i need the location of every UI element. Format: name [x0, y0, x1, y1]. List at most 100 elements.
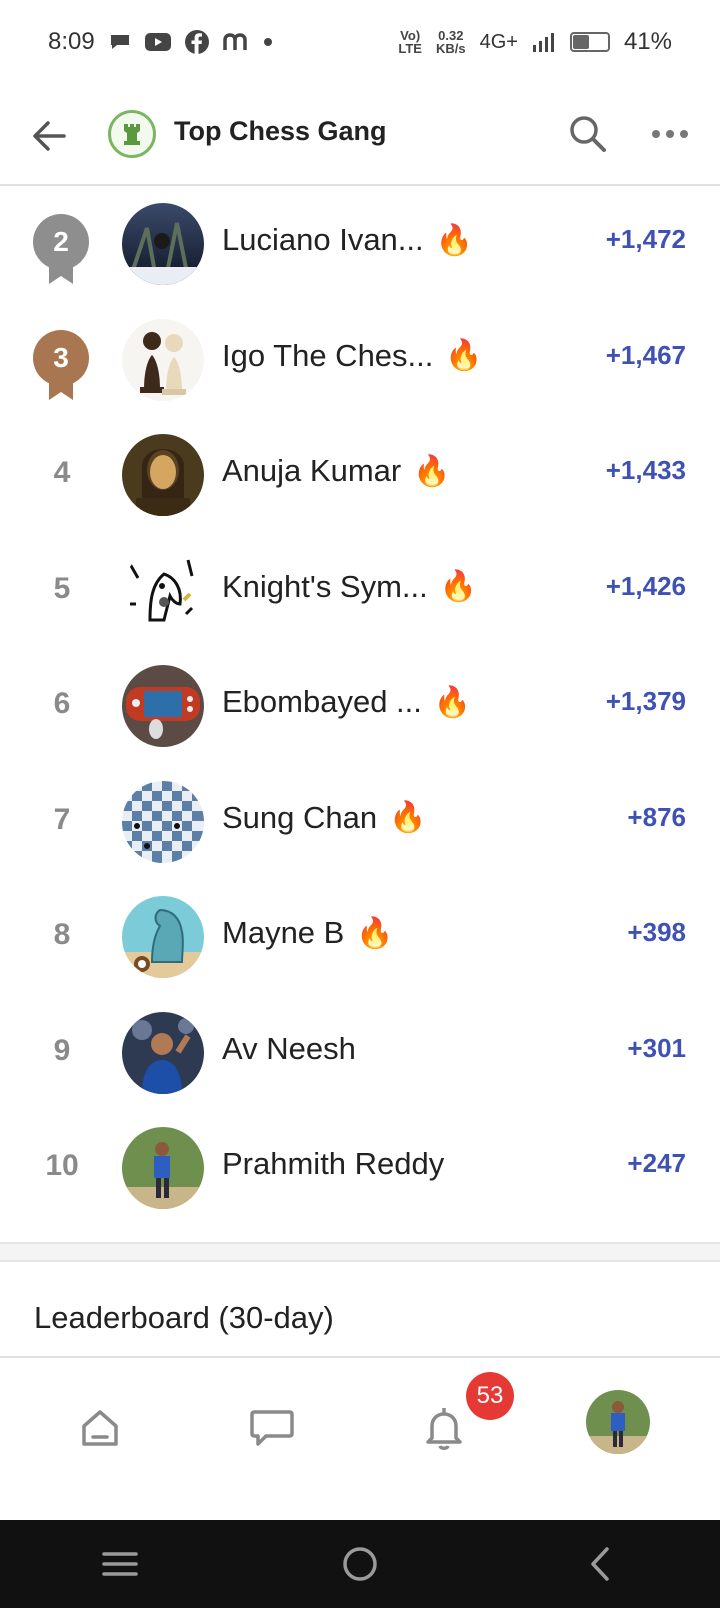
- leaderboard-row[interactable]: 2 Luciano Ivan... 🔥 +1,472: [0, 186, 720, 302]
- search-button[interactable]: [566, 112, 610, 156]
- rank-number: 7: [53, 802, 71, 836]
- status-time: 8:09: [48, 28, 95, 55]
- player-name: Av Neesh: [222, 1031, 356, 1067]
- back-button[interactable]: [28, 114, 72, 158]
- youtube-icon: [144, 32, 171, 52]
- chat-icon: [250, 1410, 294, 1446]
- club-logo[interactable]: [108, 110, 156, 158]
- avatar[interactable]: [122, 434, 204, 516]
- app-bar: Top Chess Gang: [0, 84, 720, 186]
- more-notifications-dot-icon: [263, 37, 273, 47]
- notification-count-badge: 53: [466, 1372, 514, 1420]
- leaderboard-row[interactable]: 4 Anuja Kumar 🔥 +1,433: [0, 417, 720, 533]
- fire-icon: 🔥: [356, 916, 394, 950]
- battery-percent: 41%: [623, 28, 672, 55]
- avatar[interactable]: [122, 780, 204, 863]
- rank-number: 9: [53, 1033, 71, 1067]
- score-value: +247: [627, 1148, 686, 1178]
- avatar[interactable]: [122, 318, 204, 401]
- avatar[interactable]: [122, 549, 204, 632]
- bottom-navigation: 53: [0, 1356, 720, 1520]
- section-divider: [0, 1242, 720, 1262]
- leaderboard-row[interactable]: 10 Prahmith Reddy +247: [0, 1110, 720, 1226]
- leaderboard-row[interactable]: 8 Mayne B 🔥 +398: [0, 879, 720, 995]
- player-name: Prahmith Reddy: [222, 1146, 444, 1182]
- score-value: +398: [627, 917, 686, 947]
- circle-home-icon: [343, 1547, 377, 1581]
- player-name-text: Av Neesh: [222, 1030, 356, 1066]
- player-name-text: Knight's Sym...: [222, 568, 428, 604]
- nav-profile-avatar[interactable]: [586, 1390, 650, 1454]
- section-title: Leaderboard (30-day): [34, 1300, 334, 1335]
- player-name-text: Anuja Kumar: [222, 453, 402, 488]
- score-value: +1,467: [605, 339, 686, 370]
- score-value: +301: [627, 1032, 686, 1063]
- nav-chat-button[interactable]: [242, 1398, 302, 1458]
- volte-indicator: Vo) LTE: [398, 29, 422, 55]
- player-name-text: Igo The Ches...: [222, 337, 434, 373]
- chat-notification-icon: [109, 32, 131, 52]
- status-bar-left: 8:09: [48, 28, 273, 56]
- player-name: Anuja Kumar 🔥: [222, 453, 451, 489]
- player-name: Sung Chan 🔥: [222, 800, 426, 836]
- avatar[interactable]: [122, 896, 204, 978]
- rank-number: 6: [53, 687, 71, 720]
- player-name-text: Prahmith Reddy: [222, 1146, 445, 1181]
- rank-number: 8: [53, 918, 71, 951]
- home-system-button[interactable]: [330, 1534, 390, 1594]
- silver-medal-icon: 2: [33, 214, 89, 286]
- battery-icon: [569, 32, 610, 52]
- leaderboard-row[interactable]: 7 Sung Chan 🔥 +876: [0, 764, 720, 880]
- avatar[interactable]: [122, 665, 204, 747]
- avatar[interactable]: [122, 1011, 204, 1094]
- back-arrow-icon: [33, 121, 66, 151]
- player-name: Luciano Ivan... 🔥: [222, 222, 473, 258]
- system-navigation-bar: [0, 1520, 720, 1608]
- menu-lines-icon: [102, 1552, 138, 1576]
- score-value: +1,379: [605, 686, 686, 716]
- page-title: Top Chess Gang: [174, 116, 387, 146]
- leaderboard-row[interactable]: 3 Igo The Ches... 🔥 +1,467: [0, 302, 720, 418]
- m-app-icon: [222, 32, 249, 52]
- player-name-text: Sung Chan: [222, 799, 378, 835]
- player-name: Ebombayed ... 🔥: [222, 684, 471, 720]
- nav-home-button[interactable]: [70, 1398, 130, 1458]
- rank-number: 3: [33, 329, 89, 386]
- more-horizontal-icon: [652, 130, 688, 138]
- score-value: +876: [627, 801, 686, 832]
- signal-icon: [532, 31, 556, 53]
- home-icon: [82, 1410, 118, 1446]
- fire-icon: 🔥: [445, 339, 483, 372]
- rank-number: 5: [53, 571, 71, 605]
- leaderboard-row[interactable]: 6 Ebombayed ... 🔥 +1,379: [0, 648, 720, 764]
- fire-icon: 🔥: [389, 801, 427, 834]
- score-value: +1,433: [605, 455, 686, 485]
- leaderboard-row[interactable]: 5 Knight's Sym... 🔥 +1,426: [0, 533, 720, 649]
- fire-icon: 🔥: [435, 223, 473, 257]
- rank-number: 10: [45, 1149, 79, 1182]
- status-bar-right: Vo) LTE 0.32 KB/s 4G+ 41%: [398, 28, 672, 56]
- leaderboard-list: 2 Luciano Ivan... 🔥 +1,472 3 Igo The Che…: [0, 186, 720, 1226]
- rook-icon: [124, 124, 140, 145]
- rank-number: 4: [53, 456, 71, 489]
- search-icon: [570, 116, 606, 152]
- leaderboard-row[interactable]: 9 Av Neesh +301: [0, 995, 720, 1111]
- player-name: Knight's Sym... 🔥: [222, 569, 477, 605]
- more-options-button[interactable]: [648, 112, 692, 156]
- recent-apps-button[interactable]: [90, 1534, 150, 1594]
- net-speed-unit: KB/s: [435, 41, 466, 56]
- player-name-text: Mayne B: [222, 915, 345, 950]
- status-bar: 8:09 Vo) LTE 0.32 KB/s 4G+ 41%: [0, 0, 720, 84]
- chevron-left-icon: [591, 1547, 609, 1581]
- fire-icon: 🔥: [439, 570, 478, 603]
- avatar[interactable]: [122, 203, 204, 285]
- fire-icon: 🔥: [413, 454, 451, 488]
- net-speed-indicator: 0.32 KB/s: [436, 29, 466, 55]
- player-name: Igo The Ches... 🔥: [222, 338, 483, 374]
- fire-icon: 🔥: [433, 685, 472, 719]
- avatar[interactable]: [122, 1127, 204, 1209]
- nav-notifications-button[interactable]: [414, 1398, 474, 1458]
- back-system-button[interactable]: [570, 1534, 630, 1594]
- network-type: 4G+: [479, 30, 518, 53]
- facebook-icon: [184, 30, 209, 54]
